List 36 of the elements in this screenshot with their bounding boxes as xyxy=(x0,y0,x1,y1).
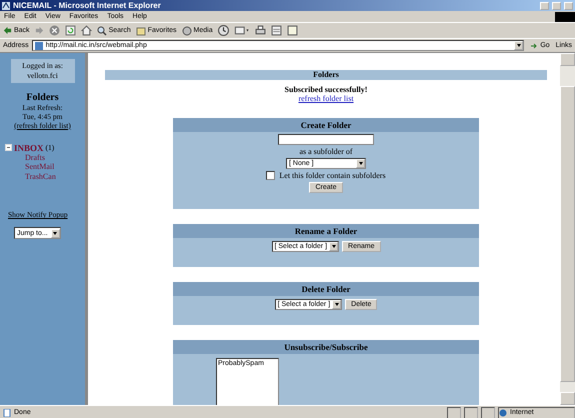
folder-link[interactable]: SentMail xyxy=(25,162,56,172)
subfolders-checkbox[interactable] xyxy=(266,171,276,180)
media-icon xyxy=(182,26,192,36)
go-arrow-icon xyxy=(530,42,538,50)
sidebar-title: Folders xyxy=(26,92,59,102)
refresh-link[interactable]: refresh folder list xyxy=(298,94,354,103)
back-arrow-icon xyxy=(3,26,12,35)
panel-header: Unsubscribe/Subscribe xyxy=(173,340,479,354)
checkbox-label: Let this folder contain subfolders xyxy=(279,171,386,180)
folder-link[interactable]: TrashCan xyxy=(25,172,56,182)
globe-icon xyxy=(499,408,507,416)
success-message: Subscribed successfully! xyxy=(284,85,368,94)
panel-header: Delete Folder xyxy=(173,282,479,296)
folder-name-field[interactable] xyxy=(278,134,374,145)
refresh-icon[interactable] xyxy=(64,25,76,36)
page-header: Folders xyxy=(105,70,547,80)
subfolder-label: as a subfolder of xyxy=(299,147,353,156)
status-panel xyxy=(481,406,495,418)
edit-icon[interactable] xyxy=(270,25,282,36)
scrollbar[interactable] xyxy=(560,53,575,405)
page-icon xyxy=(34,42,43,50)
page-icon xyxy=(3,408,11,416)
status-panel xyxy=(447,406,461,418)
folder-link[interactable]: Drafts xyxy=(25,152,56,162)
history-icon[interactable] xyxy=(218,25,229,36)
browser-icon xyxy=(2,2,10,10)
status-panel xyxy=(464,406,478,418)
panel-header: Create Folder xyxy=(173,118,479,132)
panel-header: Rename a Folder xyxy=(173,224,479,238)
home-icon[interactable] xyxy=(80,25,92,36)
folder-link[interactable]: INBOX xyxy=(14,142,44,152)
window-title: NICEMAIL - Microsoft Internet Explorer xyxy=(13,1,162,10)
collapse-icon[interactable] xyxy=(5,144,12,151)
stop-icon[interactable] xyxy=(48,25,60,36)
search-icon xyxy=(96,26,107,36)
printer-icon[interactable] xyxy=(254,25,266,36)
